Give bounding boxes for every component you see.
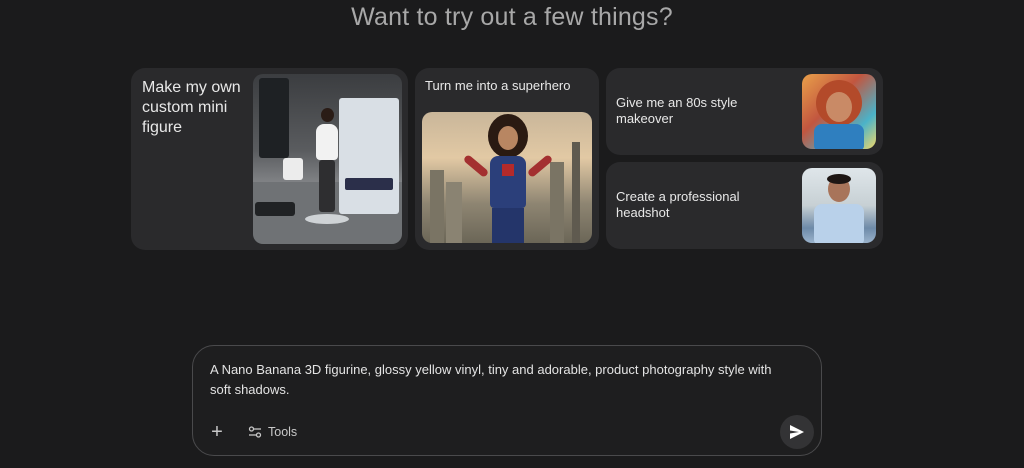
headshot-image [802, 168, 876, 243]
add-button[interactable]: + [206, 421, 228, 443]
suggestion-label: Create a professional headshot [616, 189, 740, 221]
page-heading: Want to try out a few things? [351, 3, 673, 31]
send-icon [790, 425, 804, 439]
suggestion-card-80s-makeover[interactable]: Give me an 80s style makeover [606, 68, 883, 155]
suggestion-label: Make my own custom mini figure [142, 79, 241, 136]
mini-figure-image [253, 74, 402, 244]
tune-icon [248, 426, 262, 438]
suggestion-card-mini-figure[interactable]: Make my own custom mini figure [131, 68, 408, 250]
prompt-input[interactable]: A Nano Banana 3D figurine, glossy yellow… [210, 360, 790, 400]
suggestion-card-superhero[interactable]: Turn me into a superhero [415, 68, 599, 250]
80s-makeover-image [802, 74, 876, 149]
send-button[interactable] [780, 415, 814, 449]
tools-label: Tools [268, 425, 298, 439]
tools-button[interactable]: Tools [248, 422, 297, 442]
plus-icon: + [211, 421, 223, 443]
suggestion-label: Turn me into a superhero [425, 78, 571, 93]
suggestion-card-headshot[interactable]: Create a professional headshot [606, 162, 883, 249]
prompt-box[interactable]: A Nano Banana 3D figurine, glossy yellow… [192, 345, 822, 456]
superhero-image [422, 112, 592, 243]
suggestion-label: Give me an 80s style makeover [616, 95, 738, 127]
